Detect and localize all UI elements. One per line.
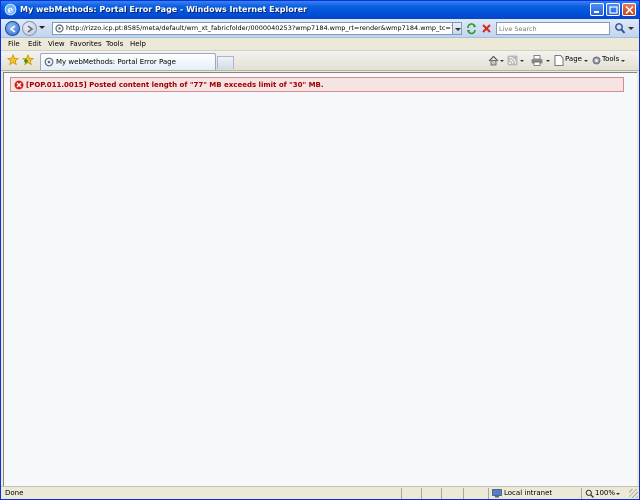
resize-grip[interactable]: [629, 489, 638, 498]
refresh-icon[interactable]: [465, 22, 478, 35]
search-box[interactable]: [496, 22, 610, 35]
address-bar[interactable]: http://rizzo.icp.pt:8585/meta/default/wm…: [52, 22, 462, 35]
status-text: Done: [5, 489, 24, 497]
feeds-icon[interactable]: [507, 55, 518, 66]
menu-view[interactable]: View: [48, 40, 65, 48]
status-bar: Done Local intranet 100%: [1, 486, 639, 499]
print-icon[interactable]: [531, 55, 543, 66]
search-options-dropdown[interactable]: [628, 27, 634, 30]
status-divider: [488, 488, 489, 499]
status-divider: [401, 488, 402, 499]
status-divider: [581, 488, 582, 499]
svg-text:e: e: [8, 6, 14, 16]
search-input[interactable]: [497, 23, 607, 34]
recent-pages-dropdown[interactable]: [39, 26, 45, 29]
error-icon: [14, 80, 24, 90]
minimize-button[interactable]: [590, 3, 604, 16]
home-dropdown[interactable]: [500, 60, 504, 62]
error-message-text: [POP.011.0015] Posted content length of …: [26, 81, 324, 89]
maximize-button[interactable]: [606, 3, 620, 16]
zoom-dropdown[interactable]: [616, 493, 620, 495]
title-bar[interactable]: e My webMethods: Portal Error Page - Win…: [1, 1, 639, 19]
menu-help[interactable]: Help: [130, 40, 146, 48]
menu-tools[interactable]: Tools: [106, 40, 123, 48]
close-button[interactable]: [622, 3, 636, 16]
status-divider: [421, 488, 422, 499]
window-title: My webMethods: Portal Error Page - Windo…: [20, 5, 308, 14]
favorites-star-icon[interactable]: [7, 54, 19, 66]
zoom-icon: [585, 489, 594, 498]
page-menu-icon: [554, 55, 564, 66]
back-button[interactable]: [5, 21, 20, 36]
page-icon: [55, 24, 64, 33]
forward-icon: [27, 25, 34, 33]
minimize-icon: [594, 11, 599, 13]
menu-bar: File Edit View Favorites Tools Help: [1, 38, 639, 51]
tools-menu-dropdown[interactable]: [621, 60, 625, 62]
zone-icon: [492, 489, 502, 498]
tools-menu-button[interactable]: Tools: [602, 55, 619, 63]
tab-current[interactable]: My webMethods: Portal Error Page: [40, 53, 216, 70]
stop-icon[interactable]: [480, 22, 493, 35]
menu-edit[interactable]: Edit: [28, 40, 42, 48]
menu-favorites[interactable]: Favorites: [70, 40, 102, 48]
feeds-dropdown[interactable]: [520, 60, 524, 62]
new-tab-button[interactable]: [217, 56, 234, 69]
close-icon: [625, 6, 634, 14]
error-message-bar: [POP.011.0015] Posted content length of …: [10, 77, 624, 92]
tab-label: My webMethods: Portal Error Page: [56, 58, 176, 66]
address-dropdown[interactable]: [452, 22, 462, 35]
ie-logo-icon: e: [4, 3, 17, 16]
add-favorites-icon[interactable]: [22, 54, 34, 66]
status-divider: [441, 488, 442, 499]
print-dropdown[interactable]: [546, 60, 550, 62]
page-content: [POP.011.0015] Posted content length of …: [3, 72, 637, 486]
tab-command-row: My webMethods: Portal Error Page Page To…: [1, 51, 639, 71]
tools-gear-icon: [592, 56, 601, 65]
home-icon[interactable]: [488, 55, 499, 66]
address-row: http://rizzo.icp.pt:8585/meta/default/wm…: [1, 19, 639, 38]
page-menu-dropdown[interactable]: [584, 60, 588, 62]
maximize-icon: [609, 6, 618, 14]
page-icon: [44, 57, 54, 67]
forward-button[interactable]: [22, 21, 37, 36]
back-icon: [9, 25, 16, 33]
search-icon[interactable]: [614, 22, 626, 35]
security-zone[interactable]: Local intranet: [504, 489, 552, 497]
browser-window: e My webMethods: Portal Error Page - Win…: [0, 0, 640, 500]
status-divider: [463, 488, 464, 499]
page-menu-button[interactable]: Page: [565, 55, 582, 63]
menu-file[interactable]: File: [8, 40, 20, 48]
address-url[interactable]: http://rizzo.icp.pt:8585/meta/default/wm…: [66, 24, 461, 32]
zoom-level[interactable]: 100%: [595, 489, 615, 497]
